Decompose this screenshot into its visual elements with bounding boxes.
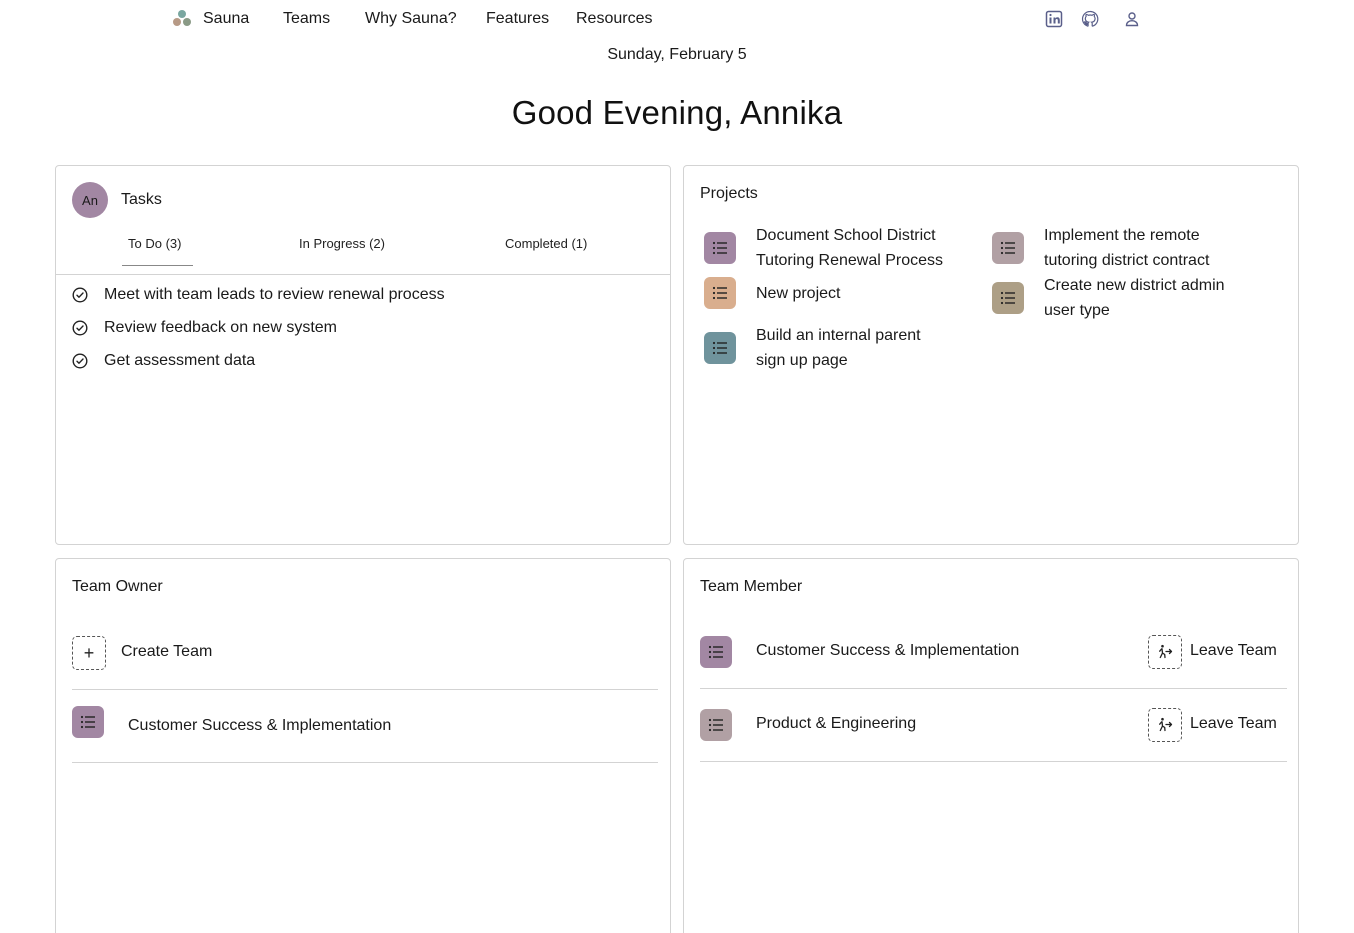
- active-tab-indicator: [122, 265, 193, 266]
- tab-completed[interactable]: Completed (1): [505, 236, 587, 251]
- row-divider: [72, 762, 658, 763]
- github-icon[interactable]: [1081, 10, 1099, 28]
- project-name-line: Build an internal parent: [756, 327, 921, 344]
- greeting-heading: Good Evening, Annika: [511, 94, 843, 131]
- tab-in-progress[interactable]: In Progress (2): [299, 236, 385, 251]
- project-name-line: Implement the remote: [1044, 227, 1200, 244]
- list-icon[interactable]: [704, 232, 736, 264]
- project-name-line: sign up page: [756, 352, 848, 369]
- tasks-card: An Tasks To Do (3) In Progress (2) Compl…: [55, 165, 671, 545]
- tab-to-do[interactable]: To Do (3): [128, 236, 181, 251]
- brand-link[interactable]: Sauna: [203, 10, 249, 28]
- task-label: Get assessment data: [104, 352, 256, 369]
- project-link[interactable]: Build an internal parent sign up page: [756, 323, 921, 373]
- list-icon[interactable]: [700, 709, 732, 741]
- nav-link-why-sauna[interactable]: Why Sauna?: [365, 10, 457, 28]
- nav-link-resources[interactable]: Resources: [576, 10, 652, 28]
- avatar[interactable]: An: [72, 182, 108, 218]
- check-circle-icon[interactable]: [72, 287, 88, 303]
- leave-team-label[interactable]: Leave Team: [1190, 715, 1277, 733]
- row-divider: [72, 689, 658, 690]
- member-team-name[interactable]: Customer Success & Implementation: [756, 642, 1019, 660]
- create-team-button[interactable]: +: [72, 636, 106, 670]
- nav-link-teams[interactable]: Teams: [283, 10, 330, 28]
- tasks-title: Tasks: [121, 191, 162, 208]
- project-name-line: Tutoring Renewal Process: [756, 252, 944, 269]
- project-link[interactable]: Implement the remote tutoring district c…: [1044, 223, 1209, 273]
- check-circle-icon[interactable]: [72, 320, 88, 336]
- sauna-logo-icon[interactable]: [173, 9, 193, 29]
- leave-team-label[interactable]: Leave Team: [1190, 642, 1277, 660]
- project-link[interactable]: Create new district admin user type: [1044, 273, 1225, 323]
- project-link[interactable]: New project: [756, 281, 840, 306]
- plus-icon: +: [83, 642, 95, 663]
- leave-team-button[interactable]: [1148, 708, 1182, 742]
- list-icon[interactable]: [992, 282, 1024, 314]
- project-name-line: tutoring district contract: [1044, 252, 1210, 269]
- team-owner-card: Team Owner + Create Team Customer Succes…: [55, 558, 671, 933]
- list-icon[interactable]: [704, 277, 736, 309]
- task-label: Meet with team leads to review renewal p…: [104, 286, 445, 303]
- projects-card: Projects Document School District Tutori…: [683, 165, 1299, 545]
- exit-running-icon: [1156, 643, 1174, 661]
- tabs-divider: [56, 274, 670, 275]
- list-icon[interactable]: [700, 636, 732, 668]
- team-member-card: Team Member Customer Success & Implement…: [683, 558, 1299, 933]
- project-name-line: user type: [1044, 302, 1110, 319]
- projects-title: Projects: [700, 185, 758, 202]
- exit-running-icon: [1156, 716, 1174, 734]
- team-owner-title: Team Owner: [72, 578, 163, 595]
- list-icon[interactable]: [72, 706, 104, 738]
- nav-link-features[interactable]: Features: [486, 10, 549, 28]
- member-team-name[interactable]: Product & Engineering: [756, 715, 916, 733]
- row-divider: [700, 688, 1287, 689]
- list-icon[interactable]: [704, 332, 736, 364]
- task-item[interactable]: Get assessment data: [72, 350, 255, 372]
- create-team-label[interactable]: Create Team: [121, 643, 212, 661]
- check-circle-icon[interactable]: [72, 353, 88, 369]
- row-divider: [700, 761, 1287, 762]
- task-label: Review feedback on new system: [104, 319, 337, 336]
- project-link[interactable]: Document School District Tutoring Renewa…: [756, 223, 943, 273]
- leave-team-button[interactable]: [1148, 635, 1182, 669]
- top-navbar: Sauna Teams Why Sauna? Features Resource…: [0, 0, 1354, 40]
- team-member-title: Team Member: [700, 578, 803, 595]
- current-date: Sunday, February 5: [607, 46, 747, 63]
- linkedin-icon[interactable]: [1045, 10, 1063, 28]
- project-name-line: Document School District: [756, 227, 936, 244]
- project-name-line: Create new district admin: [1044, 277, 1225, 294]
- task-item[interactable]: Meet with team leads to review renewal p…: [72, 284, 445, 306]
- owned-team-name[interactable]: Customer Success & Implementation: [128, 717, 391, 735]
- list-icon[interactable]: [992, 232, 1024, 264]
- project-name-line: New project: [756, 285, 841, 302]
- user-icon[interactable]: [1123, 10, 1141, 28]
- task-item[interactable]: Review feedback on new system: [72, 317, 337, 339]
